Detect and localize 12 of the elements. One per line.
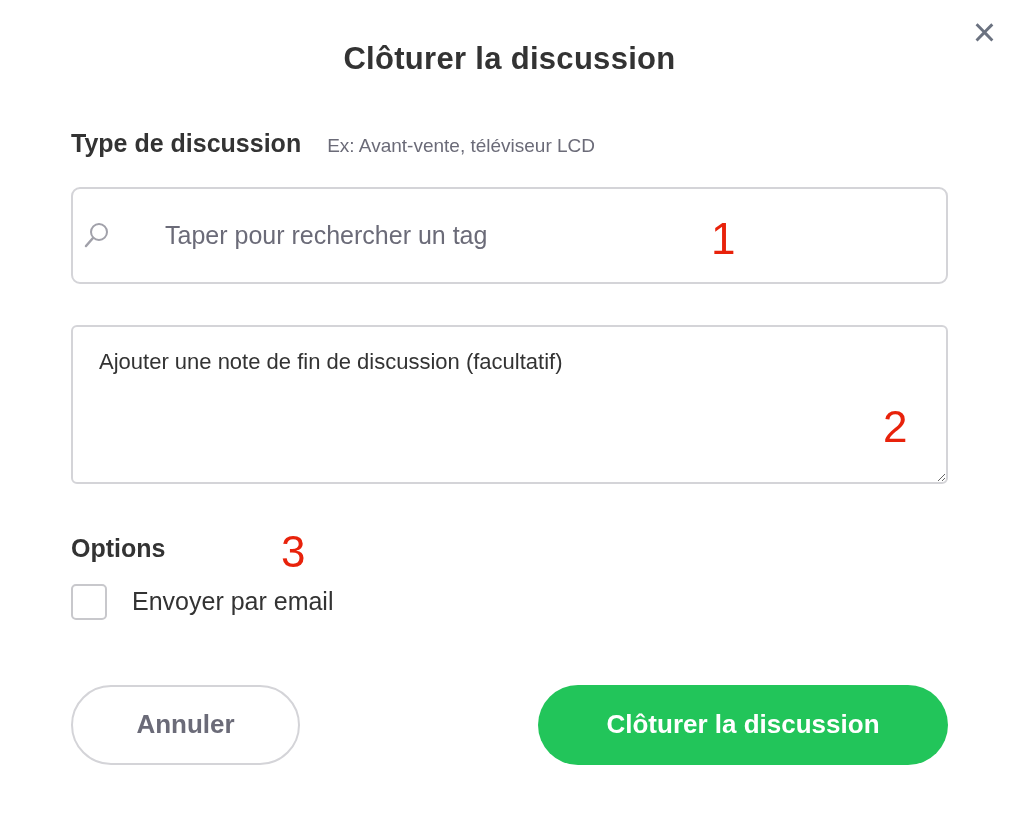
cancel-button[interactable]: Annuler bbox=[71, 684, 300, 765]
dialog-title: Clôturer la discussion bbox=[342, 40, 677, 78]
hint-text: Ex: Avant-vente, téléviseur LCD bbox=[327, 134, 596, 159]
close-button[interactable]: × bbox=[968, 12, 1000, 52]
checkbox-label: Envoyer par email bbox=[132, 586, 334, 618]
section-label: Type de discussion bbox=[71, 128, 302, 160]
search-icon bbox=[83, 220, 111, 249]
annotation-number: 2 bbox=[883, 404, 908, 449]
annotation-number: 3 bbox=[281, 529, 306, 574]
annotation-number: 1 bbox=[711, 216, 736, 261]
section-label: Options bbox=[71, 532, 166, 564]
checkbox[interactable] bbox=[71, 583, 107, 620]
